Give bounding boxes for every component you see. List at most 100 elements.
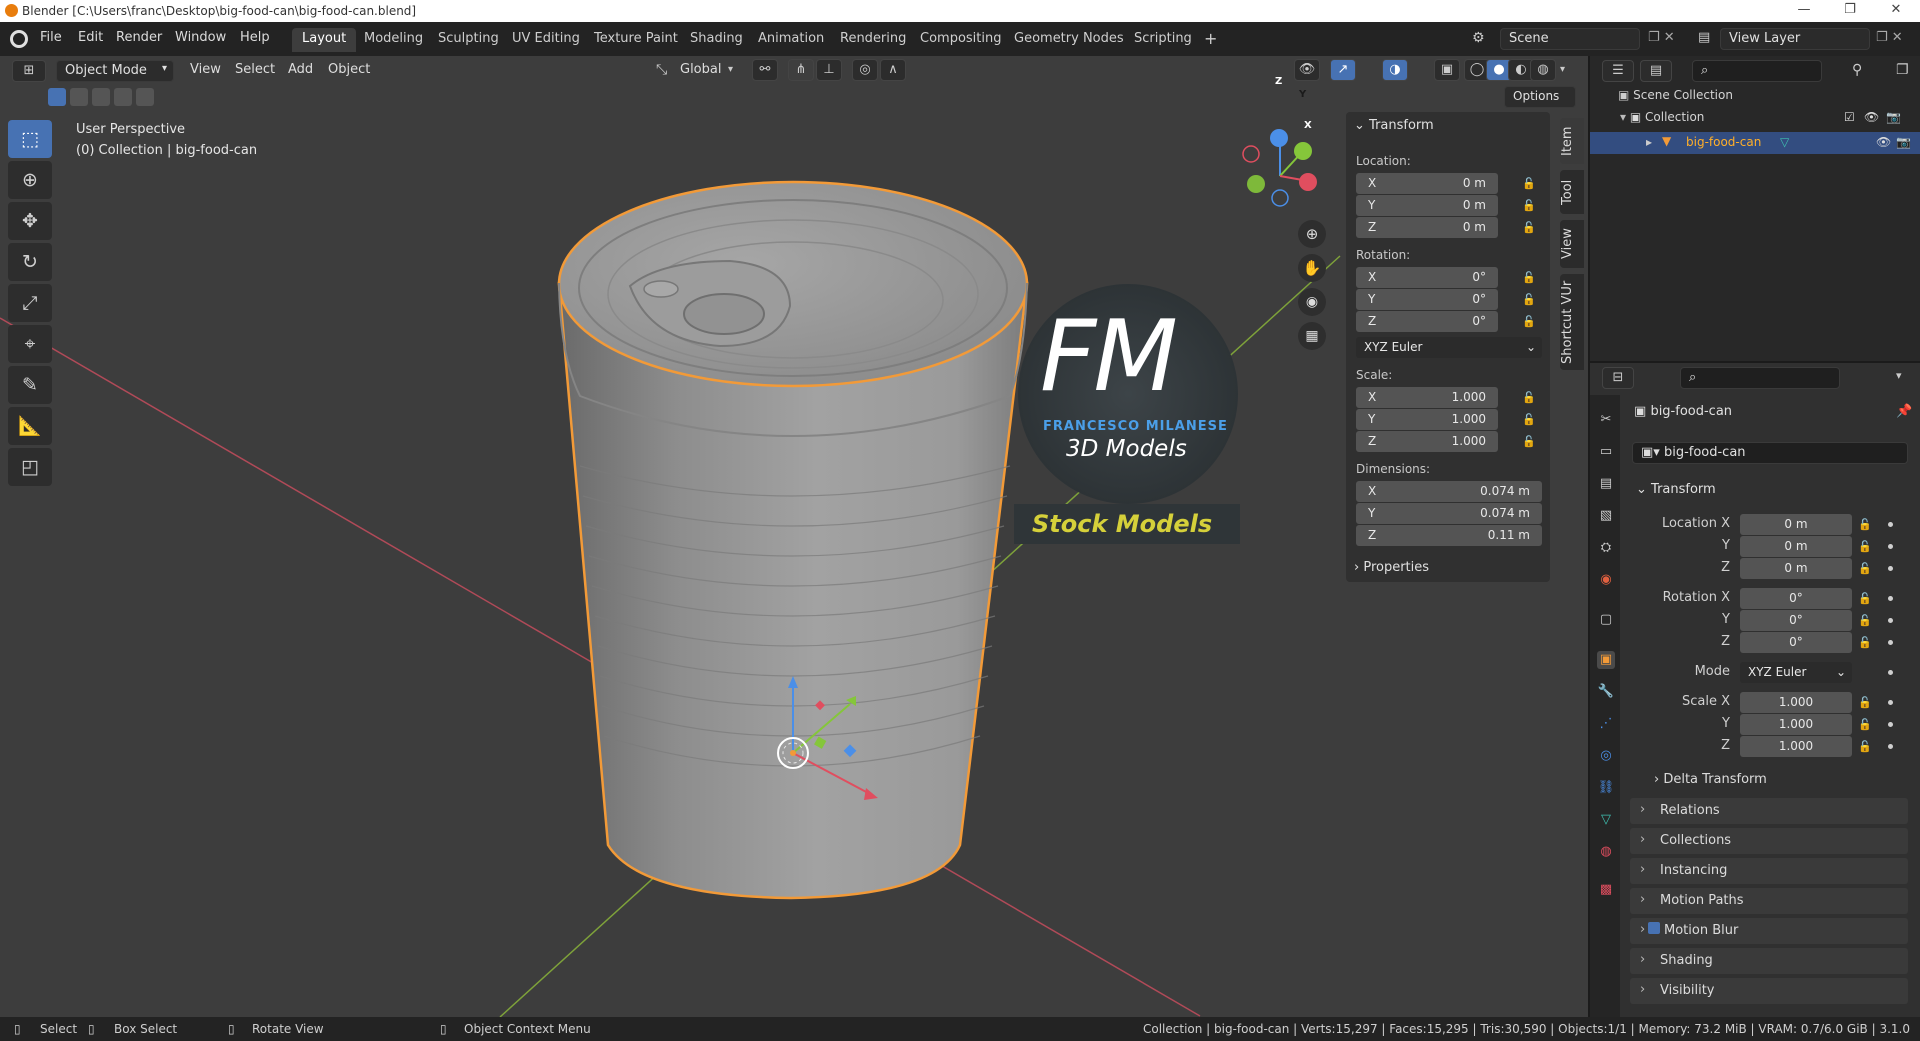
- prop-location-z-field[interactable]: 0 m: [1740, 558, 1852, 579]
- section-shading[interactable]: › Shading: [1630, 948, 1908, 974]
- eye-icon[interactable]: 👁: [1876, 135, 1891, 149]
- proportional-edit-icon[interactable]: ◎: [852, 59, 878, 81]
- lock-icon[interactable]: 🔓: [1858, 514, 1872, 536]
- tab-tool[interactable]: Tool: [1560, 170, 1584, 214]
- tab-scripting[interactable]: Scripting: [1124, 28, 1202, 52]
- perspective-toggle-icon[interactable]: ▦: [1298, 322, 1326, 350]
- tab-layout[interactable]: Layout: [292, 28, 357, 52]
- pin-icon[interactable]: 📌: [1896, 404, 1912, 419]
- menu-help[interactable]: Help: [240, 30, 270, 45]
- location-y-field[interactable]: Y 0 m: [1356, 195, 1498, 216]
- prop-rotation-x-field[interactable]: 0°: [1740, 588, 1852, 609]
- editor-type-icon[interactable]: ⊞: [12, 60, 46, 82]
- overlays-toggle-icon[interactable]: ◑: [1382, 59, 1408, 81]
- display-mode-icon[interactable]: ▤: [1640, 60, 1672, 82]
- rotation-mode-dropdown[interactable]: XYZ Euler ⌄: [1356, 337, 1542, 358]
- menu-file[interactable]: File: [40, 30, 62, 45]
- lock-icon[interactable]: 🔓: [1522, 199, 1536, 212]
- lock-icon[interactable]: 🔓: [1522, 293, 1536, 306]
- prop-rotation-y-field[interactable]: 0°: [1740, 610, 1852, 631]
- expand-arrow-icon[interactable]: ▾: [1620, 110, 1626, 124]
- new-view-layer-icon[interactable]: ❐ ✕: [1876, 30, 1903, 45]
- transform-panel-header[interactable]: ⌄ Transform: [1354, 118, 1434, 133]
- prop-location-y-field[interactable]: 0 m: [1740, 536, 1852, 557]
- tab-animation[interactable]: Animation: [748, 28, 834, 52]
- tab-view[interactable]: View: [1560, 220, 1584, 268]
- menu-add[interactable]: Add: [288, 62, 313, 77]
- snap-toggle-icon[interactable]: ⋔: [788, 59, 814, 81]
- object-datablock-field[interactable]: ▣▾ big-food-can: [1632, 442, 1908, 464]
- particles-tab-icon[interactable]: ⋰: [1597, 715, 1615, 733]
- lock-icon[interactable]: 🔓: [1858, 714, 1872, 736]
- measure-tool-icon[interactable]: 📐: [8, 407, 52, 445]
- minimize-button[interactable]: —: [1784, 2, 1824, 17]
- maximize-button[interactable]: ❐: [1830, 2, 1870, 17]
- tab-shortcut-vur[interactable]: Shortcut VUr: [1560, 274, 1584, 370]
- scale-tool-icon[interactable]: ⤢: [8, 284, 52, 322]
- lock-icon[interactable]: 🔓: [1522, 177, 1536, 190]
- rotation-mode-select[interactable]: XYZ Euler ⌄: [1740, 662, 1852, 683]
- section-collections[interactable]: › Collections: [1630, 828, 1908, 854]
- menu-view[interactable]: View: [190, 62, 221, 77]
- lock-icon[interactable]: 🔓: [1522, 315, 1536, 328]
- section-instancing[interactable]: › Instancing: [1630, 858, 1908, 884]
- menu-edit[interactable]: Edit: [78, 30, 103, 45]
- keyframe-dot[interactable]: [1888, 522, 1893, 527]
- dimensions-z-field[interactable]: Z 0.11 m: [1356, 525, 1542, 546]
- orientation-selector[interactable]: Global: [680, 62, 721, 77]
- menu-render[interactable]: Render: [116, 30, 162, 45]
- camera-view-icon[interactable]: ◉: [1298, 288, 1326, 316]
- keyframe-dot[interactable]: [1888, 618, 1893, 623]
- zoom-icon[interactable]: ⊕: [1298, 220, 1326, 248]
- keyframe-dot[interactable]: [1888, 670, 1893, 675]
- select-intersect-icon[interactable]: [136, 88, 154, 106]
- location-x-field[interactable]: X 0 m: [1356, 173, 1498, 194]
- scene-tab-icon[interactable]: ⛭: [1597, 539, 1615, 557]
- collection-tab-icon[interactable]: ▢: [1597, 611, 1615, 629]
- tab-uv-editing[interactable]: UV Editing: [502, 28, 590, 52]
- menu-object[interactable]: Object: [328, 62, 370, 77]
- tab-item[interactable]: Item: [1560, 118, 1584, 164]
- keyframe-dot[interactable]: [1888, 722, 1893, 727]
- camera-icon[interactable]: 📷: [1886, 110, 1901, 124]
- add-cube-tool-icon[interactable]: ◰: [8, 448, 52, 486]
- prop-rotation-z-field[interactable]: 0°: [1740, 632, 1852, 653]
- options-dropdown[interactable]: Options: [1504, 86, 1576, 108]
- move-tool-icon[interactable]: ✥: [8, 202, 52, 240]
- scale-x-field[interactable]: X 1.000: [1356, 387, 1498, 408]
- lock-icon[interactable]: 🔓: [1858, 536, 1872, 558]
- prop-scale-x-field[interactable]: 1.000: [1740, 692, 1852, 713]
- properties-panel-header[interactable]: › Properties: [1354, 560, 1429, 575]
- camera-icon[interactable]: 📷: [1896, 135, 1911, 149]
- mode-selector[interactable]: Object Mode ▾: [56, 60, 174, 82]
- keyframe-dot[interactable]: [1888, 596, 1893, 601]
- world-tab-icon[interactable]: ◉: [1597, 571, 1615, 589]
- chevron-down-icon[interactable]: ▾: [1560, 64, 1565, 75]
- rotation-z-field[interactable]: Z 0°: [1356, 311, 1498, 332]
- texture-tab-icon[interactable]: ▩: [1597, 881, 1615, 899]
- tool-settings-tab-icon[interactable]: ✂: [1597, 411, 1615, 429]
- tab-rendering[interactable]: Rendering: [830, 28, 916, 52]
- mesh-data-icon[interactable]: ▽: [1780, 135, 1789, 149]
- xray-toggle-icon[interactable]: ▣: [1434, 59, 1460, 81]
- scene-collection-row[interactable]: ▣ Scene Collection: [1618, 88, 1733, 102]
- view-layer-tab-icon[interactable]: ▧: [1597, 507, 1615, 525]
- scene-selector[interactable]: Scene: [1500, 28, 1640, 50]
- lock-icon[interactable]: 🔓: [1522, 221, 1536, 234]
- object-row-big-food-can[interactable]: ▸ ▼ big-food-can ▽ 👁 📷: [1590, 132, 1920, 154]
- annotate-tool-icon[interactable]: ✎: [8, 366, 52, 404]
- visibility-icon[interactable]: 👁: [1294, 59, 1320, 81]
- select-new-icon[interactable]: [48, 88, 66, 106]
- properties-search-input[interactable]: ⌕: [1680, 367, 1840, 389]
- outliner-editor-type-icon[interactable]: ☰: [1602, 60, 1634, 82]
- add-workspace-button[interactable]: +: [1194, 28, 1227, 52]
- menu-window[interactable]: Window: [175, 30, 226, 45]
- rotate-tool-icon[interactable]: ↻: [8, 243, 52, 281]
- keyframe-dot[interactable]: [1888, 744, 1893, 749]
- material-tab-icon[interactable]: ◍: [1597, 843, 1615, 861]
- transform-section-header[interactable]: ⌄ Transform: [1636, 482, 1716, 497]
- select-subtract-icon[interactable]: [92, 88, 110, 106]
- scale-y-field[interactable]: Y 1.000: [1356, 409, 1498, 430]
- tab-geometry-nodes[interactable]: Geometry Nodes: [1004, 28, 1134, 52]
- lock-icon[interactable]: 🔓: [1858, 736, 1872, 758]
